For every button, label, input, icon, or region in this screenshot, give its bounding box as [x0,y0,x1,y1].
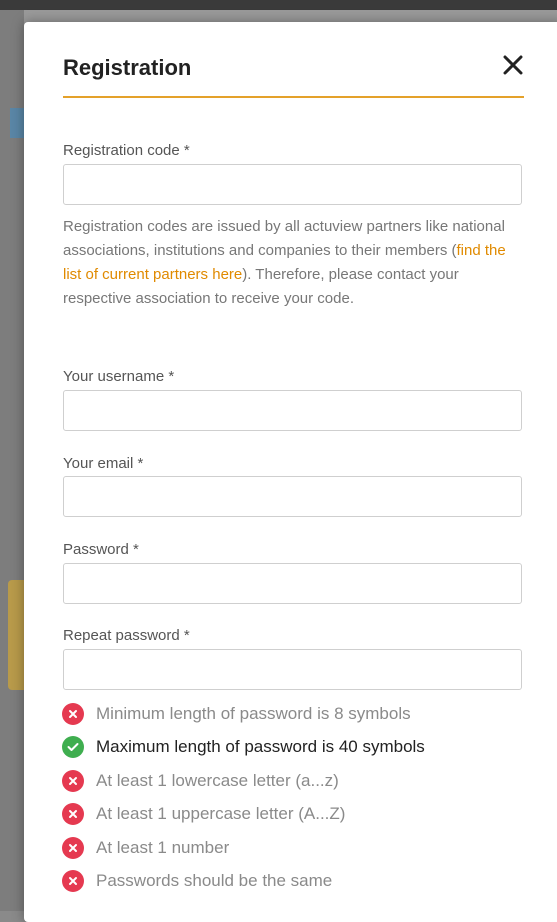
password-rule: Maximum length of password is 40 symbols [62,736,425,769]
password-label: Password * [63,541,139,558]
username-label: Your username * [63,368,175,385]
username-input[interactable] [63,390,522,431]
registration-code-help: Registration codes are issued by all act… [63,215,508,311]
browser-top-bar [0,0,557,10]
registration-code-input[interactable] [63,164,522,205]
modal-title: Registration [63,55,192,80]
password-rule-text: At least 1 number [96,837,230,857]
background-logo-fragment [10,108,24,138]
password-input[interactable] [63,563,522,604]
password-rule-text: Passwords should be the same [96,870,333,890]
error-icon [62,836,84,859]
registration-code-label: Registration code * [63,142,190,159]
email-input[interactable] [63,476,522,517]
error-icon [62,769,84,792]
password-rule-text: Maximum length of password is 40 symbols [96,737,425,757]
password-rule: Passwords should be the same [62,869,425,903]
password-rule-text: At least 1 lowercase letter (a...z) [96,770,339,790]
password-rule: Minimum length of password is 8 symbols [62,703,425,736]
error-icon [62,869,84,892]
password-rule: At least 1 number [62,836,425,870]
repeat-password-input[interactable] [63,649,522,690]
email-label: Your email * [63,455,144,472]
error-icon [62,803,84,826]
password-rules-list: Minimum length of password is 8 symbols … [62,703,425,903]
password-rule-text: Minimum length of password is 8 symbols [96,704,411,723]
check-icon [62,736,84,759]
password-rule: At least 1 lowercase letter (a...z) [62,769,425,803]
registration-modal: Registration Registration code * Registr… [24,22,557,922]
background-button-fragment [8,580,24,690]
password-rule-text: At least 1 uppercase letter (A...Z) [96,804,346,824]
password-rule: At least 1 uppercase letter (A...Z) [62,803,425,836]
modal-header: Registration [63,52,524,98]
repeat-password-label: Repeat password * [63,627,190,644]
background-page-strip [0,10,24,911]
close-button[interactable] [502,52,524,78]
error-icon [62,703,84,725]
help-text-start: Registration codes are issued by all act… [63,218,505,259]
close-icon [503,55,523,75]
